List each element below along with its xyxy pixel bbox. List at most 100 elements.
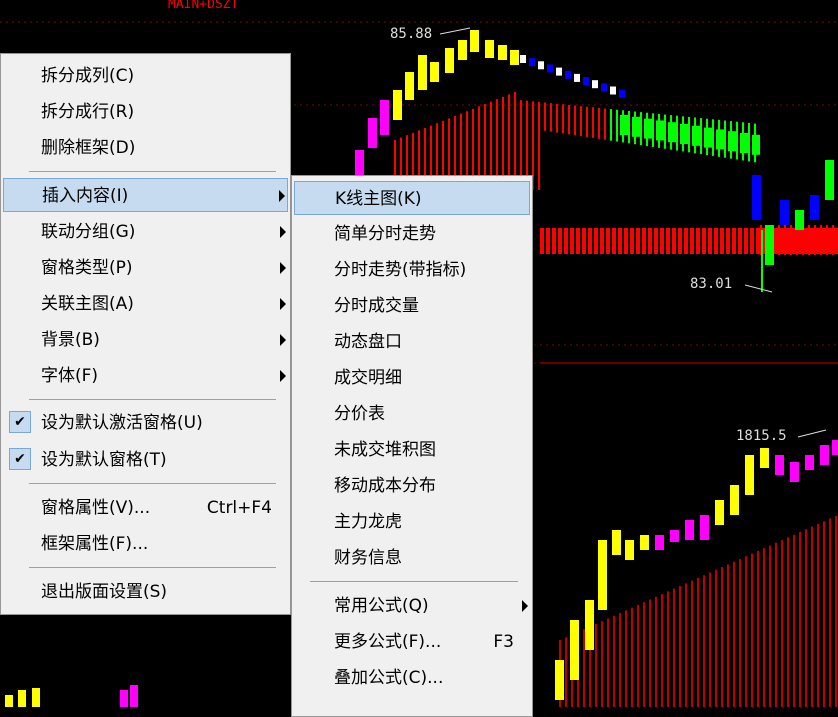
indicator-bar [732, 228, 736, 254]
candle [592, 80, 598, 89]
indicator-bar [822, 228, 826, 254]
menu-item-split-rows[interactable]: 拆分成行(R) [3, 95, 288, 129]
candle [805, 455, 814, 470]
menu-item-linked-main-chart[interactable]: 关联主图(A) [3, 287, 288, 321]
menu-item-background[interactable]: 背景(B) [3, 323, 288, 357]
submenu-item-overlay-formula[interactable]: 叠加公式(C)... [294, 661, 530, 695]
indicator-label: MAIN+DSZT [168, 0, 239, 12]
submenu-item-timeshare-with-indicator[interactable]: 分时走势(带指标) [294, 253, 530, 287]
candle [668, 122, 676, 143]
candle [760, 448, 769, 468]
submenu-item-simple-timeshare[interactable]: 简单分时走势 [294, 217, 530, 251]
candle [610, 86, 616, 95]
candle [355, 150, 364, 175]
candle [704, 127, 712, 148]
candle [598, 540, 607, 610]
indicator-bar [744, 228, 748, 254]
price-high-label: 85.88 [390, 26, 433, 42]
indicator-bar [546, 228, 550, 254]
candle [570, 620, 579, 680]
indicator-bar [684, 228, 688, 254]
price-pointer [744, 284, 773, 293]
candle [795, 210, 804, 230]
indicator-bar [576, 228, 580, 254]
indicator-bar [720, 228, 724, 254]
indicator-bar [612, 228, 616, 254]
menu-item-split-columns[interactable]: 拆分成列(C) [3, 59, 288, 93]
indicator-bar [654, 228, 658, 254]
candle [728, 131, 736, 152]
menu-item-pane-properties[interactable]: 窗格属性(V)... Ctrl+F4 [3, 491, 288, 525]
submenu-item-unfilled-stack-chart[interactable]: 未成交堆积图 [294, 433, 530, 467]
candle [555, 660, 564, 700]
candle [393, 90, 402, 120]
candle [752, 175, 761, 220]
volume-high-label: 1815.5 [736, 428, 787, 444]
menu-item-font[interactable]: 字体(F) [3, 359, 288, 393]
candle [32, 688, 40, 707]
candle [656, 120, 664, 141]
menu-item-exit-layout-settings[interactable]: 退出版面设置(S) [3, 575, 288, 609]
candle [740, 133, 748, 153]
submenu-item-more-formulas[interactable]: 更多公式(F)... F3 [294, 625, 530, 659]
candle [120, 690, 128, 707]
indicator-bar [714, 228, 718, 254]
candle [510, 50, 519, 65]
menu-item-link-group[interactable]: 联动分组(G) [3, 215, 288, 249]
candle [752, 134, 760, 155]
submenu-item-timeshare-volume[interactable]: 分时成交量 [294, 289, 530, 323]
indicator-bar [750, 228, 754, 254]
submenu-item-dynamic-quote[interactable]: 动态盘口 [294, 325, 530, 359]
menu-item-default-active-pane[interactable]: ✔ 设为默认激活窗格(U) [3, 406, 288, 440]
indicator-bar [678, 228, 682, 254]
candle [655, 535, 664, 550]
candle [715, 500, 724, 525]
indicator-bar [726, 228, 730, 254]
submenu-item-trade-details[interactable]: 成交明细 [294, 361, 530, 395]
candle [529, 58, 535, 67]
candle [418, 55, 427, 90]
indicator-bar [666, 228, 670, 254]
candle [745, 455, 754, 495]
menu-item-pane-type[interactable]: 窗格类型(P) [3, 251, 288, 285]
indicator-bar [810, 228, 814, 254]
menu-item-delete-frame[interactable]: 删除框架(D) [3, 131, 288, 165]
candle [565, 70, 571, 79]
submenu-item-financial-info[interactable]: 财务信息 [294, 541, 530, 575]
indicator-bar [696, 228, 700, 254]
submenu-item-price-table[interactable]: 分价表 [294, 397, 530, 431]
checkmark-icon: ✔ [9, 411, 31, 433]
indicator-bar [738, 228, 742, 254]
indicator-bar [774, 228, 778, 254]
candle [368, 118, 377, 148]
candle [730, 485, 739, 515]
candle [780, 200, 789, 225]
submenu-item-kline-main-chart[interactable]: K线主图(K) [294, 181, 530, 215]
candle [620, 115, 628, 135]
candle [810, 195, 819, 220]
submenu-item-main-force[interactable]: 主力龙虎 [294, 505, 530, 539]
candle [380, 100, 389, 135]
candle [538, 61, 544, 70]
candle [716, 129, 724, 150]
submenu-item-common-formulas[interactable]: 常用公式(Q) [294, 589, 530, 623]
price-low-label: 83.01 [690, 276, 733, 292]
menu-item-insert-content[interactable]: 插入内容(I) [3, 178, 288, 212]
checkmark-icon: ✔ [9, 448, 31, 470]
candle [547, 64, 553, 73]
menu-item-default-pane[interactable]: ✔ 设为默认窗格(T) [3, 443, 288, 477]
candle [640, 535, 649, 550]
indicator-bar [834, 228, 838, 254]
candle [680, 124, 688, 144]
indicator-bar [552, 228, 556, 254]
candle [632, 116, 640, 137]
indicator-bar [660, 228, 664, 254]
candle [700, 515, 709, 540]
indicator-bar [672, 228, 676, 254]
menu-separator [29, 567, 276, 568]
candle [790, 462, 799, 482]
candle [574, 73, 580, 82]
menu-item-frame-properties[interactable]: 框架属性(F)... [3, 527, 288, 561]
submenu-item-moving-cost-distribution[interactable]: 移动成本分布 [294, 469, 530, 503]
context-menu: 拆分成列(C) 拆分成行(R) 删除框架(D) 插入内容(I) 联动分组(G) … [0, 53, 291, 615]
